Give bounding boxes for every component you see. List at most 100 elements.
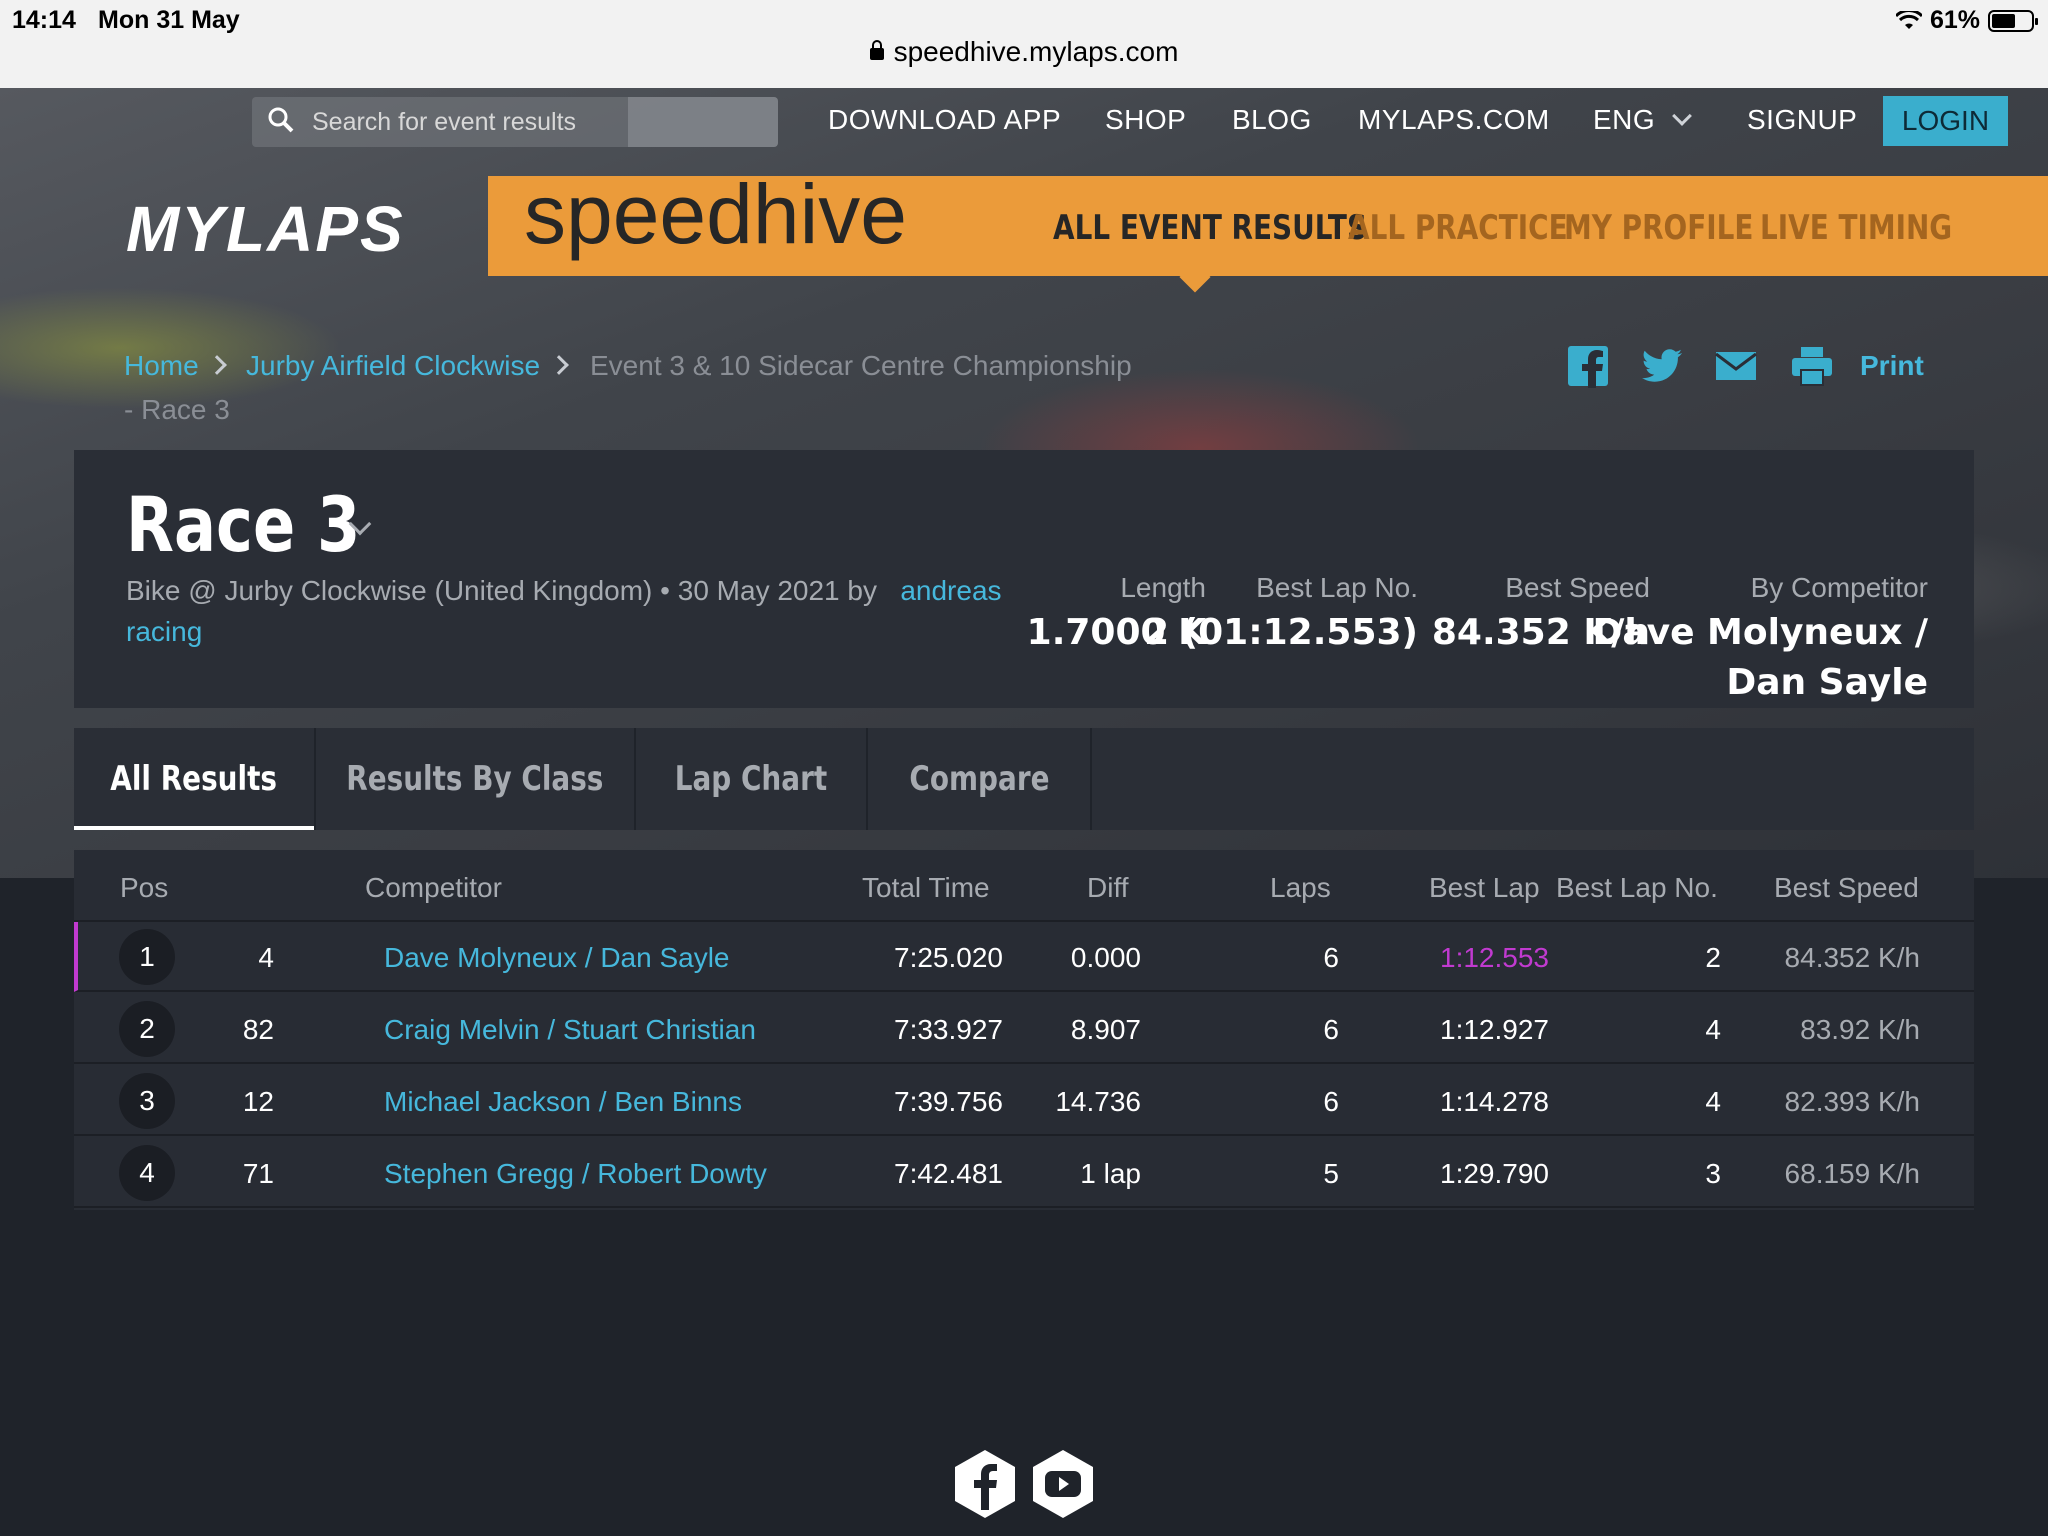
col-header-laps[interactable]: Laps: [1270, 872, 1331, 904]
position-badge: 2: [119, 1001, 175, 1057]
search-submit[interactable]: [628, 97, 778, 147]
length-label: Length: [1120, 572, 1206, 603]
tab-label: Compare: [908, 759, 1050, 799]
nav-download-app[interactable]: DOWNLOAD APP: [828, 104, 1061, 136]
best-lap-no: 4: [1705, 1014, 1721, 1045]
competitor-link[interactable]: Michael Jackson / Ben Binns: [384, 1086, 742, 1118]
best-lap: 1:12.927: [1440, 1014, 1549, 1045]
best-lap: 1:14.278: [1440, 1086, 1549, 1117]
mylaps-logo[interactable]: MYLAPS: [126, 192, 405, 266]
ios-status-bar: 14:14 Mon 31 May 61% speedhive.mylaps.co…: [0, 0, 2048, 88]
col-header-diff[interactable]: Diff: [1087, 872, 1129, 904]
col-header-total-time[interactable]: Total Time: [862, 872, 990, 904]
competitor-link[interactable]: Dave Molyneux / Dan Sayle: [384, 942, 730, 974]
best-speed: 68.159 K/h: [1784, 1158, 1920, 1189]
total-time: 7:33.927: [894, 1014, 1003, 1045]
best-lap: 1:29.790: [1440, 1158, 1549, 1189]
best-lap-no: 4: [1705, 1086, 1721, 1117]
tab-label: Results By Class: [346, 759, 604, 799]
breadcrumb-event[interactable]: Event 3 & 10 Sidecar Centre Championship: [590, 350, 1132, 382]
race-meta: Bike @ Jurby Clockwise (United Kingdom) …: [126, 570, 1006, 652]
col-header-best-lap-no[interactable]: Best Lap No.: [1556, 872, 1718, 904]
tab-label: Lap Chart: [674, 759, 828, 799]
nav-my-profile[interactable]: MY PROFILE: [1564, 208, 1753, 248]
facebook-icon[interactable]: [1566, 344, 1610, 388]
race-title[interactable]: Race 3: [126, 480, 360, 569]
total-time: 7:42.481: [894, 1158, 1003, 1189]
search-box[interactable]: [252, 97, 778, 147]
tab-label: All Results: [110, 759, 278, 799]
breadcrumb-home[interactable]: Home: [124, 350, 199, 382]
position-badge: 4: [119, 1145, 175, 1201]
twitter-icon[interactable]: [1640, 344, 1684, 388]
search-input[interactable]: [312, 97, 632, 147]
race-number: 82: [242, 1014, 274, 1045]
nav-blog[interactable]: BLOG: [1232, 104, 1312, 136]
diff: 8.907: [1070, 1014, 1141, 1045]
language-label: ENG: [1593, 104, 1656, 135]
login-button[interactable]: LOGIN: [1883, 96, 2008, 146]
col-header-competitor[interactable]: Competitor: [365, 872, 502, 904]
race-number: 71: [242, 1158, 274, 1189]
position-badge: 3: [119, 1073, 175, 1129]
nav-signup[interactable]: SIGNUP: [1747, 104, 1857, 136]
chevron-down-icon: [1672, 106, 1693, 126]
diff: 0.000: [1070, 942, 1141, 973]
best-lap-no: 3: [1705, 1158, 1721, 1189]
nav-mylaps-com[interactable]: MYLAPS.COM: [1358, 104, 1550, 136]
best-speed: 84.352 K/h: [1784, 942, 1920, 973]
total-time: 7:39.756: [894, 1086, 1003, 1117]
by-competitor-label: By Competitor: [1750, 572, 1928, 603]
best-speed: 82.393 K/h: [1784, 1086, 1920, 1117]
tab-all-results[interactable]: All Results: [74, 728, 314, 830]
nav-all-practice[interactable]: ALL PRACTICE: [1348, 208, 1568, 248]
author-link[interactable]: andreas: [900, 575, 1001, 606]
nav-live-timing[interactable]: LIVE TIMING: [1760, 208, 1952, 248]
nav-all-event-results[interactable]: ALL EVENT RESULTS: [1053, 208, 1367, 248]
col-header-best-speed[interactable]: Best Speed: [1774, 872, 1919, 904]
author-link-cont[interactable]: racing: [126, 616, 202, 647]
breadcrumb-race: - Race 3: [124, 394, 230, 425]
tab-divider: [1090, 728, 1092, 830]
diff: 14.736: [1055, 1086, 1141, 1117]
col-header-pos[interactable]: Pos: [120, 872, 168, 904]
status-date: Mon 31 May: [98, 6, 240, 34]
race-number: 4: [258, 942, 274, 973]
position-badge: 1: [119, 929, 175, 985]
battery-icon: [1988, 9, 2038, 32]
language-select[interactable]: ENG: [1593, 104, 1693, 136]
search-icon: [268, 107, 294, 133]
best-lap-no: 2: [1705, 942, 1721, 973]
best-speed: 83.92 K/h: [1800, 1014, 1920, 1045]
diff: 1 lap: [1080, 1158, 1141, 1189]
print-link[interactable]: Print: [1860, 350, 1924, 382]
facebook-icon[interactable]: [952, 1448, 1018, 1520]
best-speed-label: Best Speed: [1505, 572, 1650, 603]
nav-shop[interactable]: SHOP: [1105, 104, 1186, 136]
tab-results-by-class[interactable]: Results By Class: [316, 728, 634, 830]
breadcrumb-venue[interactable]: Jurby Airfield Clockwise: [246, 350, 540, 382]
race-meta-text: Bike @ Jurby Clockwise (United Kingdom) …: [126, 575, 877, 606]
by-competitor-value-cont: Dan Sayle: [1726, 662, 1928, 703]
address-bar[interactable]: speedhive.mylaps.com: [0, 36, 2048, 68]
speedhive-logo[interactable]: speedhive: [524, 166, 907, 263]
race-number: 12: [242, 1086, 274, 1117]
best-lap-value: 2 (01:12.553): [1144, 612, 1418, 653]
tab-lap-chart[interactable]: Lap Chart: [636, 728, 866, 830]
url-text: speedhive.mylaps.com: [893, 36, 1179, 67]
printer-icon[interactable]: [1790, 344, 1834, 388]
tab-compare[interactable]: Compare: [868, 728, 1090, 830]
competitor-link[interactable]: Craig Melvin / Stuart Christian: [384, 1014, 756, 1046]
laps: 5: [1323, 1158, 1339, 1189]
laps: 6: [1323, 1014, 1339, 1045]
youtube-icon[interactable]: [1030, 1448, 1096, 1520]
battery-percent: 61%: [1929, 6, 1980, 34]
laps: 6: [1323, 1086, 1339, 1117]
competitor-link[interactable]: Stephen Gregg / Robert Dowty: [384, 1158, 767, 1190]
status-time: 14:14: [12, 6, 76, 34]
status-right: 61%: [1895, 6, 2038, 35]
wifi-icon: [1895, 10, 1922, 29]
col-header-best-lap[interactable]: Best Lap: [1429, 872, 1540, 904]
mail-icon[interactable]: [1714, 344, 1758, 388]
total-time: 7:25.020: [894, 942, 1003, 973]
